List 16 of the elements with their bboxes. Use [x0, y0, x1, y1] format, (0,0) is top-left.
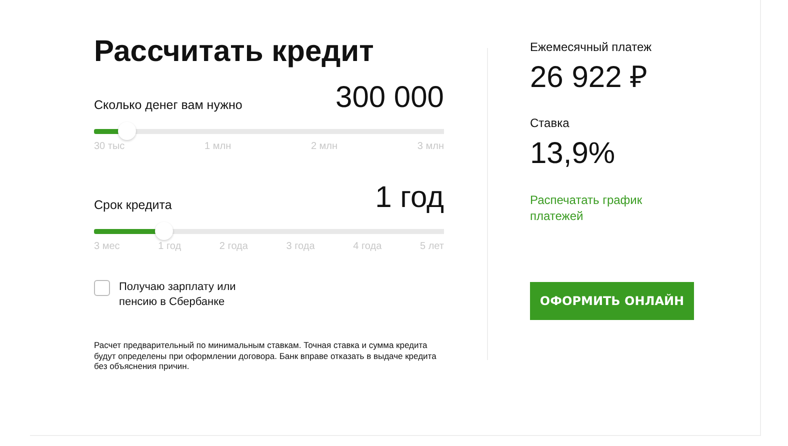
result-label: Ставка [530, 116, 570, 130]
slider-handle[interactable] [118, 122, 136, 140]
apply-online-button[interactable]: ОФОРМИТЬ ОНЛАЙН [530, 282, 694, 320]
slider-value: 300 000 [336, 80, 444, 116]
print-schedule-link[interactable]: Распечатать график платежей [530, 192, 650, 224]
result-value: 26 922 ₽ [530, 60, 648, 96]
slider-label: Сколько денег вам нужно [94, 98, 242, 112]
checkbox-label: Получаю зарплату или пенсию в Сбербанке [119, 280, 237, 310]
result-label: Ежемесячный платеж [530, 40, 653, 54]
result-value: 13,9% [530, 136, 616, 172]
slider-value: 1 год [375, 180, 444, 216]
checkbox[interactable] [94, 280, 110, 296]
slider-label: Срок кредита [94, 198, 172, 212]
disclaimer-text: Расчет предварительный по минимальным ставкам. Точная ставка и сумма кредита будут определены при оформлении договора. Банк вправе отказать в выдаче кредита без объяснения причин. [94, 340, 438, 372]
page-title: Рассчитать кредит [94, 34, 375, 70]
slider-handle[interactable] [155, 222, 173, 240]
